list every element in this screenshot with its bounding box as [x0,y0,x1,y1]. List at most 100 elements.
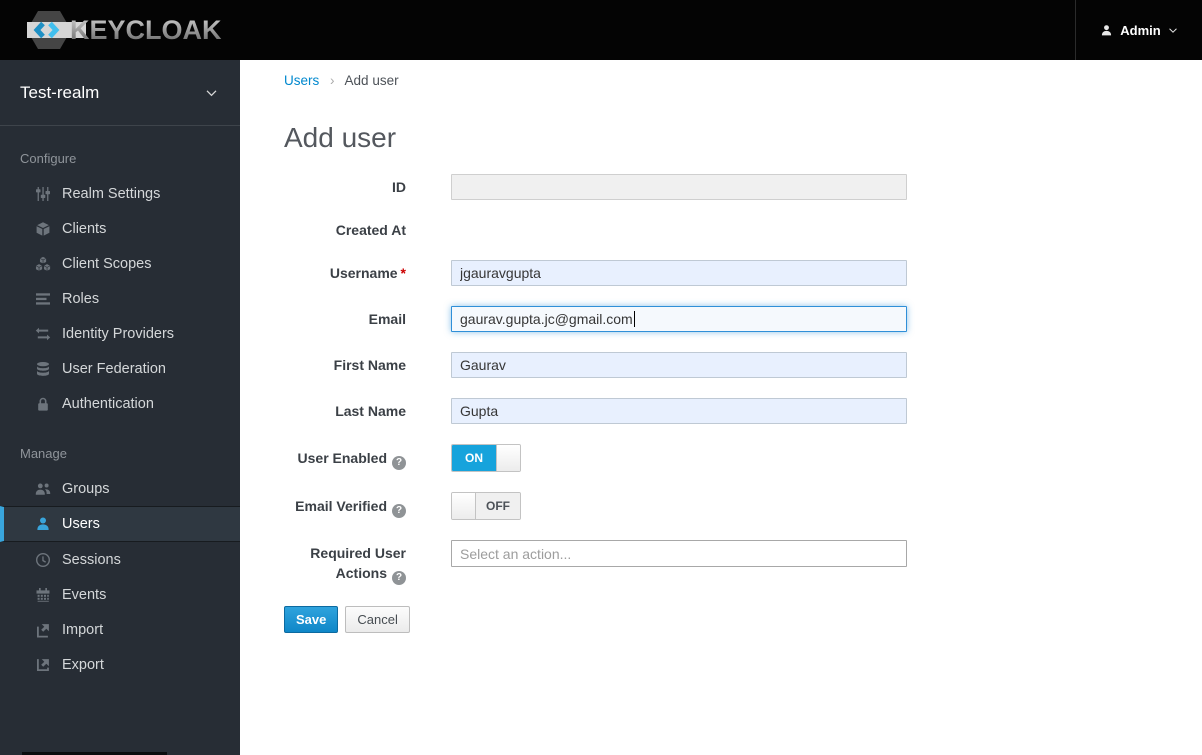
sidebar-item-user-federation[interactable]: User Federation [0,351,240,386]
required-actions-label-line1: Required User [310,545,406,561]
section-label-configure: Configure [20,151,77,166]
export-icon [35,657,51,673]
cubes-icon [35,256,51,272]
main-content: Users › Add user Add user ID Created At … [240,60,1202,755]
user-menu-label: Admin [1120,22,1161,38]
form-row-email-verified: Email Verified? OFF [284,492,1202,520]
toggle-handle [452,493,476,519]
page-title: Add user [284,122,397,153]
cube-icon [35,221,51,237]
first-name-field[interactable] [451,352,907,378]
username-label: Username * [284,263,406,283]
sidebar-item-events[interactable]: Events [0,577,240,612]
sidebar-nav: Test-realm Configure Realm Settings Clie… [0,60,240,755]
sidebar-item-clients[interactable]: Clients [0,211,240,246]
sidebar-item-export[interactable]: Export [0,647,240,682]
first-name-label: First Name [333,357,406,373]
realm-name: Test-realm [20,82,100,102]
created-at-label: Created At [335,222,406,238]
help-icon: ? [392,571,406,585]
sidebar-item-import[interactable]: Import [0,612,240,647]
form-actions: Save Cancel [284,606,1202,633]
form-row-email: Email [284,306,1202,332]
user-menu[interactable]: Admin [1075,0,1202,60]
sidebar-item-users[interactable]: Users [0,506,240,542]
sidebar-item-label: Events [62,586,107,603]
sidebar-item-label: Authentication [62,395,154,412]
sidebar-item-sessions[interactable]: Sessions [0,542,240,577]
chevron-down-icon [205,86,218,99]
required-actions-label-line2: Actions [335,565,387,581]
breadcrumb: Users › Add user [284,73,1202,88]
lock-icon [35,396,51,412]
top-header: KEYCLOAK Admin [0,0,1202,60]
sidebar-item-label: Realm Settings [62,185,161,202]
sidebar-item-identity-providers[interactable]: Identity Providers [0,316,240,351]
sidebar-item-label: Sessions [62,551,121,568]
email-field[interactable] [451,306,907,332]
breadcrumb-separator: › [330,73,335,88]
users-icon [35,481,51,497]
keycloak-logo[interactable]: KEYCLOAK [26,8,222,52]
sidebar-item-label: Client Scopes [62,255,152,272]
sidebar-item-label: Identity Providers [62,325,175,342]
import-icon [35,622,51,638]
logo-text: KEYCLOAK [70,14,222,45]
form-row-first-name: First Name [284,352,1202,378]
help-icon: ? [392,456,406,470]
sidebar-item-client-scopes[interactable]: Client Scopes [0,246,240,281]
user-icon [1100,24,1113,37]
required-actions-select[interactable] [451,540,907,567]
list-icon [35,291,51,307]
last-name-label: Last Name [335,403,406,419]
last-name-field[interactable] [451,398,907,424]
sidebar-item-groups[interactable]: Groups [0,471,240,506]
chevron-down-icon [1168,25,1178,35]
cancel-button[interactable]: Cancel [345,606,410,633]
calendar-icon [35,587,51,603]
toggle-on-label: ON [452,445,496,471]
sidebar-item-label: Export [62,656,104,673]
user-enabled-toggle[interactable]: ON [451,444,521,472]
sidebar-item-label: Roles [62,290,100,307]
sidebar-item-label: User Federation [62,360,166,377]
email-input-wrap [451,306,907,332]
username-field[interactable] [451,260,907,286]
database-icon [35,361,51,377]
add-user-form: ID Created At Username* Email First Name… [284,174,1202,633]
email-verified-toggle[interactable]: OFF [451,492,521,520]
form-row-username: Username * [284,260,1202,286]
form-row-last-name: Last Name [284,398,1202,424]
save-button[interactable]: Save [284,606,339,633]
toggle-handle [496,445,520,471]
id-label: ID [392,179,406,195]
id-field [451,174,907,200]
form-row-user-enabled: User Enabled? ON [284,444,1202,472]
sliders-icon [35,186,51,202]
sidebar-item-label: Import [62,621,104,638]
email-verified-label: Email Verified? [284,496,406,518]
required-marker: * [400,265,406,281]
breadcrumb-current: Add user [344,73,399,88]
realm-selector[interactable]: Test-realm [0,60,240,126]
help-icon: ? [392,504,406,518]
sidebar-item-realm-settings[interactable]: Realm Settings [0,176,240,211]
user-enabled-label: User Enabled? [284,448,406,470]
sidebar-item-label: Groups [62,480,110,497]
exchange-icon [35,326,51,342]
user-enabled-label-text: User Enabled [297,450,387,466]
user-icon [35,516,51,532]
form-row-created-at: Created At [284,220,1202,240]
sidebar-item-label: Users [62,516,100,532]
email-verified-label-text: Email Verified [295,498,387,514]
sidebar-item-roles[interactable]: Roles [0,281,240,316]
toggle-off-label: OFF [476,493,520,519]
section-label-manage: Manage [20,446,67,461]
text-cursor [634,311,635,327]
form-row-required-actions: Required User Actions? [284,540,1202,585]
sidebar-item-authentication[interactable]: Authentication [0,386,240,421]
form-row-id: ID [284,174,1202,200]
breadcrumb-users-link[interactable]: Users [284,73,319,88]
sidebar-item-label: Clients [62,220,107,237]
required-actions-label: Required User Actions? [284,540,406,585]
